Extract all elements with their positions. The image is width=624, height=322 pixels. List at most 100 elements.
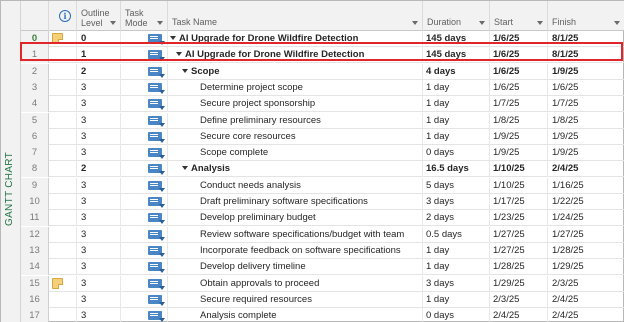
duration-cell[interactable]: 0.5 days — [423, 226, 490, 243]
task-mode-cell[interactable] — [121, 259, 168, 276]
table-row[interactable]: 0 0 AI Upgrade for Drone Wildfire Detectio… — [21, 31, 624, 47]
start-cell[interactable]: 1/23/25 — [490, 210, 548, 227]
outline-level-cell[interactable]: 3 — [77, 291, 121, 308]
task-name-cell[interactable]: AI Upgrade for Drone Wildfire Detection — [168, 47, 423, 64]
task-mode-filter-icon[interactable] — [157, 21, 163, 25]
finish-cell[interactable]: 1/7/25 — [548, 96, 624, 112]
finish-cell[interactable]: 8/1/25 — [548, 47, 624, 63]
finish-cell[interactable]: 8/1/25 — [548, 31, 624, 47]
start-cell[interactable]: 1/6/25 — [490, 63, 548, 80]
task-mode-header[interactable]: Task Mode — [121, 1, 168, 31]
task-name-cell[interactable]: Analysis — [168, 161, 423, 178]
outline-level-cell[interactable]: 3 — [77, 242, 121, 259]
duration-header[interactable]: Duration — [423, 1, 490, 31]
task-mode-cell[interactable] — [121, 47, 168, 64]
task-mode-cell[interactable] — [121, 291, 168, 308]
task-name-cell[interactable]: AI Upgrade for Drone Wildfire Detection — [168, 31, 423, 47]
table-row[interactable]: 8 2 Analysis 16.5 days 1/10/25 2/4/25 — [21, 161, 624, 178]
outline-level-filter-icon[interactable] — [110, 21, 116, 25]
finish-cell[interactable]: 1/8/25 — [548, 113, 624, 129]
start-cell[interactable]: 1/27/25 — [490, 226, 548, 243]
start-header[interactable]: Start — [490, 1, 548, 31]
outline-level-cell[interactable]: 3 — [77, 79, 121, 96]
duration-cell[interactable]: 0 days — [423, 145, 490, 162]
finish-cell[interactable]: 2/3/25 — [548, 276, 624, 292]
duration-cell[interactable]: 3 days — [423, 194, 490, 210]
finish-cell[interactable]: 2/4/25 — [548, 308, 624, 322]
finish-cell[interactable]: 1/28/25 — [548, 243, 624, 259]
row-id[interactable]: 13 — [21, 242, 49, 259]
row-id[interactable]: 10 — [21, 194, 49, 210]
finish-cell[interactable]: 1/9/25 — [548, 145, 624, 161]
outline-level-cell[interactable]: 3 — [77, 210, 121, 227]
start-cell[interactable]: 1/28/25 — [490, 259, 548, 276]
start-cell[interactable]: 1/6/25 — [490, 47, 548, 64]
outline-level-cell[interactable]: 0 — [77, 31, 121, 47]
task-mode-cell[interactable] — [121, 63, 168, 80]
table-row[interactable]: 6 3 Secure core resources 1 day 1/9/25 1/9/25 — [21, 128, 624, 145]
duration-cell[interactable]: 5 days — [423, 177, 490, 194]
outline-level-cell[interactable]: 3 — [77, 128, 121, 145]
start-cell[interactable]: 1/7/25 — [490, 96, 548, 113]
row-id[interactable]: 11 — [21, 210, 49, 227]
duration-cell[interactable]: 2 days — [423, 210, 490, 227]
outline-level-cell[interactable]: 3 — [77, 308, 121, 322]
row-id[interactable]: 1 — [21, 47, 49, 64]
table-row[interactable]: 10 3 Draft preliminary software specificat… — [21, 194, 624, 210]
table-row[interactable]: 7 3 Scope complete 0 days 1/9/25 1/9/25 — [21, 145, 624, 162]
outline-level-cell[interactable]: 3 — [77, 145, 121, 162]
row-id[interactable]: 12 — [21, 226, 49, 243]
table-row[interactable]: 15 3 Obtain approvals to proceed 3 days 1/29… — [21, 275, 624, 292]
row-id[interactable]: 0 — [21, 31, 49, 47]
finish-cell[interactable]: 2/4/25 — [548, 161, 624, 177]
start-cell[interactable]: 1/6/25 — [490, 31, 548, 47]
start-cell[interactable]: 1/10/25 — [490, 177, 548, 194]
finish-cell[interactable]: 1/9/25 — [548, 129, 624, 145]
row-id[interactable]: 8 — [21, 161, 49, 178]
task-name-cell[interactable]: Incorporate feedback on software specifi… — [168, 242, 423, 259]
start-cell[interactable]: 2/4/25 — [490, 308, 548, 322]
collapse-triangle-icon[interactable] — [182, 68, 188, 73]
collapse-triangle-icon[interactable] — [182, 166, 188, 171]
duration-cell[interactable]: 1 day — [423, 112, 490, 129]
task-mode-cell[interactable] — [121, 96, 168, 113]
finish-header[interactable]: Finish — [548, 1, 624, 31]
task-mode-cell[interactable] — [121, 210, 168, 227]
duration-cell[interactable]: 145 days — [423, 47, 490, 64]
view-bar[interactable]: GANTT CHART — [1, 1, 21, 322]
finish-cell[interactable]: 1/16/25 — [548, 178, 624, 194]
outline-level-cell[interactable]: 3 — [77, 259, 121, 276]
row-id[interactable]: 3 — [21, 79, 49, 96]
row-id[interactable]: 5 — [21, 112, 49, 129]
finish-cell[interactable]: 1/27/25 — [548, 227, 624, 243]
start-cell[interactable]: 1/6/25 — [490, 79, 548, 96]
outline-level-cell[interactable]: 3 — [77, 112, 121, 129]
table-row[interactable]: 11 3 Develop preliminary budget 2 days 1/23/… — [21, 210, 624, 227]
table-row[interactable]: 3 3 Determine project scope 1 day 1/6/25 1/6/… — [21, 79, 624, 96]
duration-cell[interactable]: 1 day — [423, 291, 490, 308]
task-name-cell[interactable]: Secure core resources — [168, 128, 423, 145]
task-name-cell[interactable]: Review software specifications/budget wi… — [168, 226, 423, 243]
outline-level-cell[interactable]: 2 — [77, 63, 121, 80]
duration-cell[interactable]: 1 day — [423, 79, 490, 96]
select-all-corner[interactable] — [21, 1, 49, 31]
outline-level-header[interactable]: Outline Level — [77, 1, 121, 31]
collapse-triangle-icon[interactable] — [170, 36, 176, 40]
finish-cell[interactable]: 1/29/25 — [548, 259, 624, 275]
table-row[interactable]: 14 3 Develop delivery timeline 1 day 1/28/25… — [21, 259, 624, 276]
task-name-cell[interactable]: Scope complete — [168, 145, 423, 162]
outline-level-cell[interactable]: 3 — [77, 226, 121, 243]
outline-level-cell[interactable]: 1 — [77, 47, 121, 64]
collapse-triangle-icon[interactable] — [176, 52, 182, 57]
duration-cell[interactable]: 1 day — [423, 242, 490, 259]
task-mode-cell[interactable] — [121, 79, 168, 96]
outline-level-cell[interactable]: 3 — [77, 177, 121, 194]
table-row[interactable]: 12 3 Review software specifications/budget… — [21, 226, 624, 243]
row-id[interactable]: 2 — [21, 63, 49, 80]
table-row[interactable]: 13 3 Incorporate feedback on software spec… — [21, 242, 624, 259]
duration-cell[interactable]: 16.5 days — [423, 161, 490, 178]
task-name-cell[interactable]: Scope — [168, 63, 423, 80]
row-id[interactable]: 9 — [21, 177, 49, 194]
row-id[interactable]: 14 — [21, 259, 49, 276]
task-mode-cell[interactable] — [121, 194, 168, 210]
